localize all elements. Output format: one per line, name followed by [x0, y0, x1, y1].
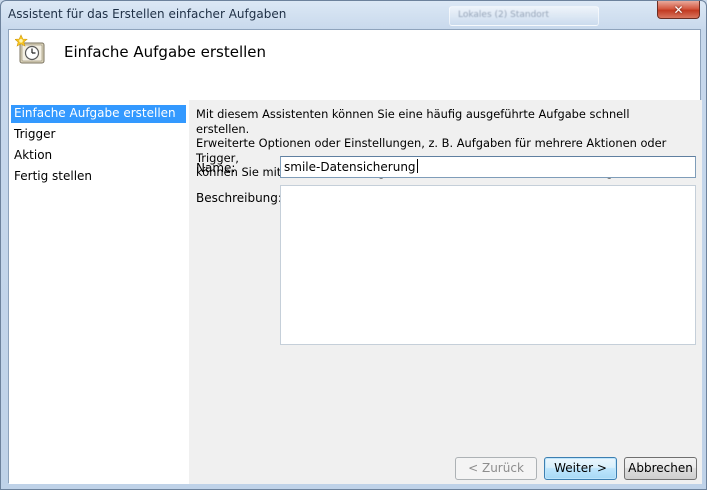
step-trigger[interactable]: Trigger — [11, 126, 186, 144]
step-aktion[interactable]: Aktion — [11, 147, 186, 165]
back-button[interactable]: < Zurück — [455, 457, 537, 480]
description-label: Beschreibung: — [196, 191, 282, 205]
wizard-content-panel: Mit diesem Assistenten können Sie eine h… — [189, 100, 702, 484]
name-field-value: smile-Datensicherung — [284, 160, 416, 174]
wizard-window: Assistent für das Erstellen einfacher Au… — [0, 0, 707, 490]
window-title: Assistent für das Erstellen einfacher Au… — [8, 7, 287, 21]
background-window-tab: Lokales (2) Standort — [449, 6, 599, 26]
page-title: Einfache Aufgabe erstellen — [64, 43, 267, 61]
task-scheduler-clock-icon — [15, 34, 45, 64]
intro-text-line: Mit diesem Assistenten können Sie eine h… — [196, 107, 630, 136]
step-fertig-stellen[interactable]: Fertig stellen — [11, 168, 186, 186]
cancel-button[interactable]: Abbrechen — [624, 457, 697, 480]
next-button[interactable]: Weiter > — [544, 457, 617, 480]
text-caret — [416, 159, 418, 173]
wizard-client-area: Einfache Aufgabe erstellen Einfache Aufg… — [8, 29, 702, 484]
background-window-tab-text: Lokales (2) Standort — [458, 10, 550, 20]
wizard-step-list: Einfache Aufgabe erstellen Trigger Aktio… — [9, 100, 189, 484]
wizard-header: Einfache Aufgabe erstellen — [9, 30, 700, 100]
close-icon: ✕ — [673, 2, 684, 17]
description-textarea[interactable] — [280, 185, 696, 345]
name-label: Name: — [196, 161, 236, 175]
title-bar[interactable]: Assistent für das Erstellen einfacher Au… — [1, 1, 706, 29]
name-field[interactable]: smile-Datensicherung — [280, 156, 696, 178]
close-button[interactable]: ✕ — [657, 1, 700, 19]
step-einfache-aufgabe-erstellen[interactable]: Einfache Aufgabe erstellen — [11, 105, 186, 123]
